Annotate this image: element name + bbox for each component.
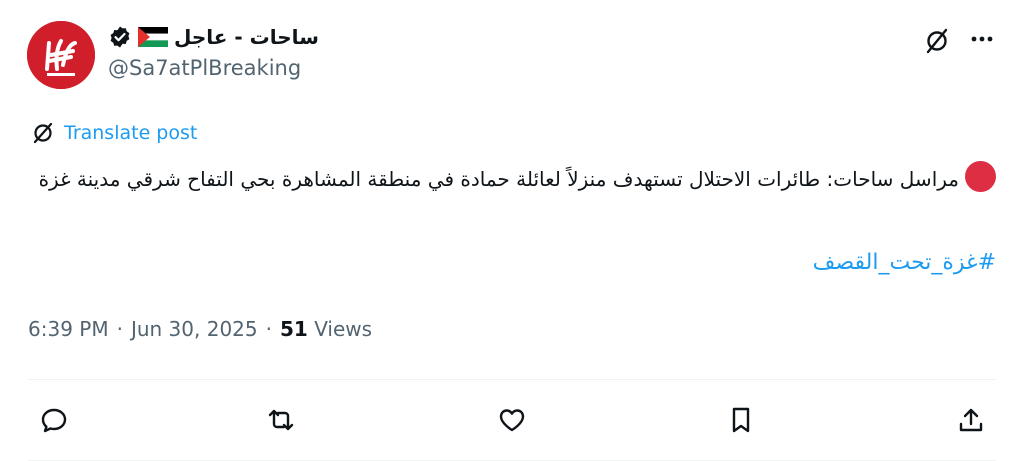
share-button[interactable]	[951, 400, 991, 440]
author-row: ساحات - عاجل	[108, 22, 319, 52]
views-number: 51	[279, 317, 308, 341]
translate-icon	[33, 122, 53, 144]
view-count: 51 Views	[280, 317, 372, 341]
hashtag-link[interactable]: #غزة_تحت_القصف	[813, 250, 996, 275]
separator-dot: ·	[116, 317, 123, 341]
translate-post-link[interactable]: Translate post	[30, 120, 197, 146]
more-icon[interactable]	[964, 24, 1000, 54]
bookmark-button[interactable]	[721, 400, 761, 440]
like-icon	[499, 409, 525, 432]
palestine-flag-icon	[138, 27, 168, 47]
tweet-time[interactable]: 6:39 PM	[28, 317, 109, 341]
display-name[interactable]: ساحات - عاجل	[174, 25, 319, 49]
avatar[interactable]	[27, 21, 95, 89]
tweet-date[interactable]: Jun 30, 2025	[131, 317, 258, 341]
repost-icon	[268, 409, 294, 431]
reply-icon	[41, 408, 67, 433]
views-label: Views	[314, 317, 373, 341]
tweet-body: مراسل ساحات: طائرات الاحتلال تستهدف منزل…	[38, 167, 959, 191]
bookmark-icon	[732, 407, 750, 433]
translate-label[interactable]: Translate post	[64, 122, 197, 144]
divider	[28, 379, 996, 380]
verified-badge-icon	[110, 26, 130, 48]
logo-mark	[27, 21, 95, 89]
tweet-text: مراسل ساحات: طائرات الاحتلال تستهدف منزل…	[36, 161, 996, 195]
red-circle-emoji	[965, 161, 996, 192]
translate-icon[interactable]	[922, 26, 952, 56]
repost-button[interactable]	[261, 400, 301, 440]
tweet-meta: 6:39 PM · Jun 30, 2025 · 51 Views	[28, 317, 372, 341]
separator-dot: ·	[265, 317, 272, 341]
share-icon	[959, 408, 983, 432]
reply-button[interactable]	[34, 400, 74, 440]
user-handle[interactable]: @Sa7atPlBreaking	[108, 56, 301, 80]
like-button[interactable]	[492, 400, 532, 440]
